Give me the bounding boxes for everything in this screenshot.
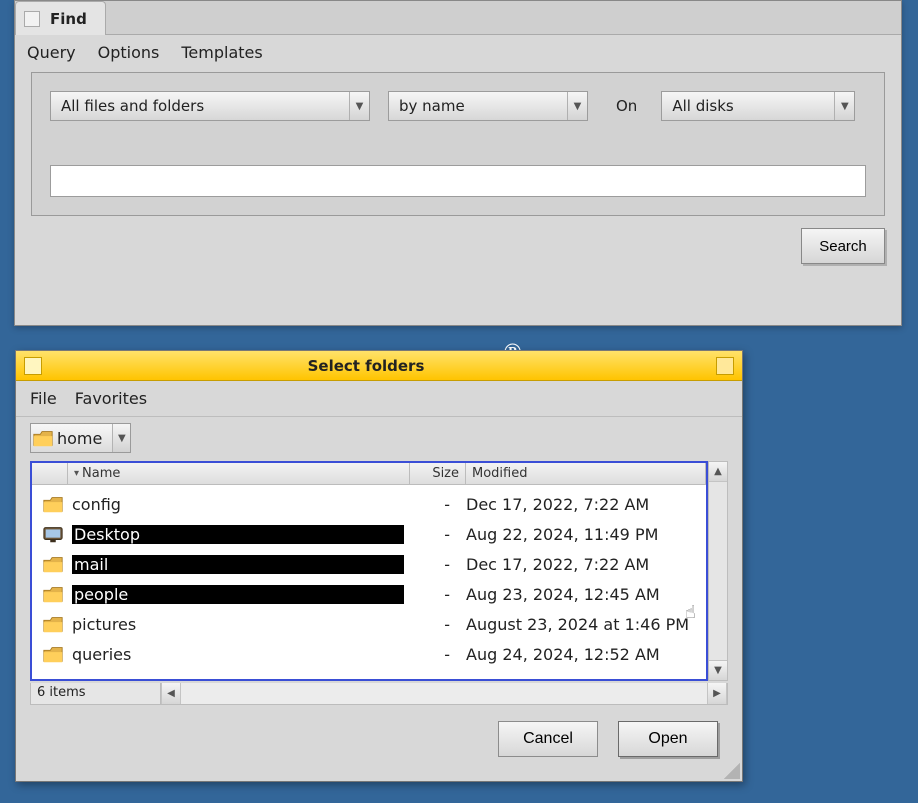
file-modified: Aug 22, 2024, 11:49 PM: [460, 525, 700, 544]
find-menubar: Query Options Templates: [15, 35, 901, 72]
dialog-menubar: File Favorites: [16, 381, 742, 417]
folder-icon: [42, 584, 64, 604]
column-icon[interactable]: [32, 463, 68, 484]
horizontal-scrollbar[interactable]: ◀ ▶: [161, 683, 727, 704]
scroll-up-icon[interactable]: ▲: [709, 462, 727, 482]
find-window: Find Query Options Templates All files a…: [14, 0, 902, 326]
file-name: queries: [72, 645, 404, 664]
chevron-down-icon: ▼: [349, 92, 369, 120]
file-name: mail: [72, 555, 404, 574]
menu-query[interactable]: Query: [27, 43, 76, 62]
method-dropdown[interactable]: by name ▼: [388, 91, 588, 121]
file-modified: Dec 17, 2022, 7:22 AM: [460, 555, 700, 574]
tab-close-icon[interactable]: [24, 11, 40, 27]
dialog-title: Select folders: [22, 357, 710, 375]
status-bar: 6 items ◀ ▶: [30, 683, 728, 705]
location-dropdown[interactable]: All disks ▼: [661, 91, 855, 121]
scope-dropdown[interactable]: All files and folders ▼: [50, 91, 370, 121]
list-item[interactable]: mail-Dec 17, 2022, 7:22 AM: [32, 549, 706, 579]
find-tab-label: Find: [50, 10, 87, 28]
file-size: -: [404, 495, 460, 514]
file-modified: Dec 17, 2022, 7:22 AM: [460, 495, 700, 514]
find-tabbar: Find: [15, 1, 901, 35]
list-item[interactable]: people-Aug 23, 2024, 12:45 AM: [32, 579, 706, 609]
file-size: -: [404, 615, 460, 634]
file-size: -: [404, 525, 460, 544]
on-label: On: [606, 97, 643, 115]
chevron-down-icon: ▼: [834, 92, 854, 120]
file-name: Desktop: [72, 525, 404, 544]
menu-options[interactable]: Options: [98, 43, 160, 62]
file-modified: August 23, 2024 at 1:46 PM: [460, 615, 700, 634]
find-tab[interactable]: Find: [15, 1, 106, 35]
list-item[interactable]: queries-Aug 24, 2024, 12:52 AM: [32, 639, 706, 669]
file-list[interactable]: Name Size Modified config-Dec 17, 2022, …: [30, 461, 708, 681]
chevron-down-icon: ▼: [112, 424, 130, 452]
column-size[interactable]: Size: [410, 463, 466, 484]
folder-icon: [42, 554, 64, 574]
scroll-down-icon[interactable]: ▼: [709, 660, 727, 680]
resize-grip[interactable]: [724, 763, 740, 779]
file-size: -: [404, 645, 460, 664]
chevron-down-icon: ▼: [567, 92, 587, 120]
list-item[interactable]: Desktop-Aug 22, 2024, 11:49 PM: [32, 519, 706, 549]
window-zoom-icon[interactable]: [716, 357, 734, 375]
find-criteria-panel: All files and folders ▼ by name ▼ On All…: [31, 72, 885, 216]
file-size: -: [404, 585, 460, 604]
file-name: people: [72, 585, 404, 604]
file-modified: Aug 23, 2024, 12:45 AM: [460, 585, 700, 604]
folder-icon: [42, 614, 64, 634]
item-count: 6 items: [31, 683, 161, 704]
menu-favorites[interactable]: Favorites: [75, 389, 147, 408]
column-name[interactable]: Name: [68, 463, 410, 484]
file-name: pictures: [72, 615, 404, 634]
scroll-right-icon[interactable]: ▶: [707, 683, 727, 704]
cancel-button[interactable]: Cancel: [498, 721, 598, 757]
list-item[interactable]: pictures-August 23, 2024 at 1:46 PM: [32, 609, 706, 639]
file-name: config: [72, 495, 404, 514]
folder-icon: [42, 494, 64, 514]
menu-templates[interactable]: Templates: [181, 43, 262, 62]
file-size: -: [404, 555, 460, 574]
desktop-icon: [42, 524, 64, 544]
column-headers[interactable]: Name Size Modified: [32, 463, 706, 485]
menu-file[interactable]: File: [30, 389, 57, 408]
location-dropdown[interactable]: home ▼: [30, 423, 131, 453]
select-folders-dialog: Select folders File Favorites home ▼ Nam…: [15, 350, 743, 782]
search-button[interactable]: Search: [801, 228, 885, 264]
home-folder-icon: [31, 428, 55, 448]
location-bar: home ▼: [16, 417, 742, 457]
list-item[interactable]: config-Dec 17, 2022, 7:22 AM: [32, 489, 706, 519]
open-button[interactable]: Open: [618, 721, 718, 757]
file-modified: Aug 24, 2024, 12:52 AM: [460, 645, 700, 664]
dialog-titlebar[interactable]: Select folders: [16, 351, 742, 381]
vertical-scrollbar[interactable]: ▲ ▼: [708, 461, 728, 681]
scroll-left-icon[interactable]: ◀: [161, 683, 181, 704]
folder-icon: [42, 644, 64, 664]
column-modified[interactable]: Modified: [466, 463, 706, 484]
search-input[interactable]: [50, 165, 866, 197]
